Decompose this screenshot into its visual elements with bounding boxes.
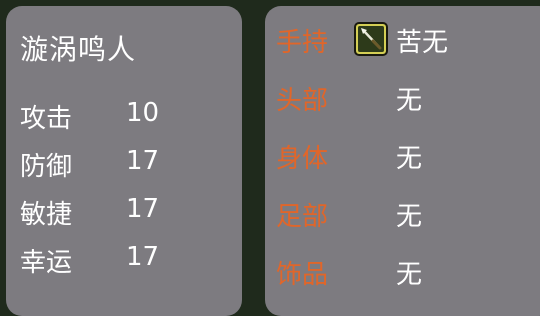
- stat-row-luck: 幸运 17: [20, 242, 230, 278]
- stat-label: 敏捷: [20, 200, 73, 230]
- stat-value: 17: [126, 146, 160, 176]
- equip-slot-label: 足部: [276, 202, 329, 232]
- equip-slot-value: 苦无: [396, 28, 449, 58]
- kunai-icon[interactable]: [354, 22, 388, 56]
- equip-slot-body[interactable]: 身体 无: [276, 138, 540, 174]
- character-name: 漩涡鸣人: [20, 33, 137, 66]
- equip-slot-label: 饰品: [276, 260, 329, 290]
- stat-row-agility: 敏捷 17: [20, 194, 230, 230]
- stat-label: 防御: [20, 152, 73, 182]
- stat-value: 10: [126, 98, 160, 128]
- equip-slot-value: 无: [396, 86, 423, 116]
- stat-label: 攻击: [20, 104, 73, 134]
- stat-row-defense: 防御 17: [20, 146, 230, 182]
- equip-slot-head[interactable]: 头部 无: [276, 80, 540, 116]
- character-stats-panel: 漩涡鸣人 攻击 10 防御 17 敏捷 17 幸运 17: [6, 6, 242, 316]
- equip-slot-hand[interactable]: 手持 苦无: [276, 22, 540, 58]
- stat-value: 17: [126, 242, 160, 272]
- equip-slot-value: 无: [396, 260, 423, 290]
- equip-slot-label: 头部: [276, 86, 329, 116]
- equip-slot-label: 手持: [276, 28, 329, 58]
- equipment-panel: 手持 苦无 头部 无 身体 无 足部 无 饰品 无: [265, 6, 540, 316]
- equip-slot-value: 无: [396, 144, 423, 174]
- stat-row-attack: 攻击 10: [20, 98, 230, 134]
- equip-slot-value: 无: [396, 202, 423, 232]
- stat-value: 17: [126, 194, 160, 224]
- equip-slot-feet[interactable]: 足部 无: [276, 196, 540, 232]
- stat-label: 幸运: [20, 248, 73, 278]
- equip-slot-accessory[interactable]: 饰品 无: [276, 254, 540, 290]
- equip-slot-label: 身体: [276, 144, 329, 174]
